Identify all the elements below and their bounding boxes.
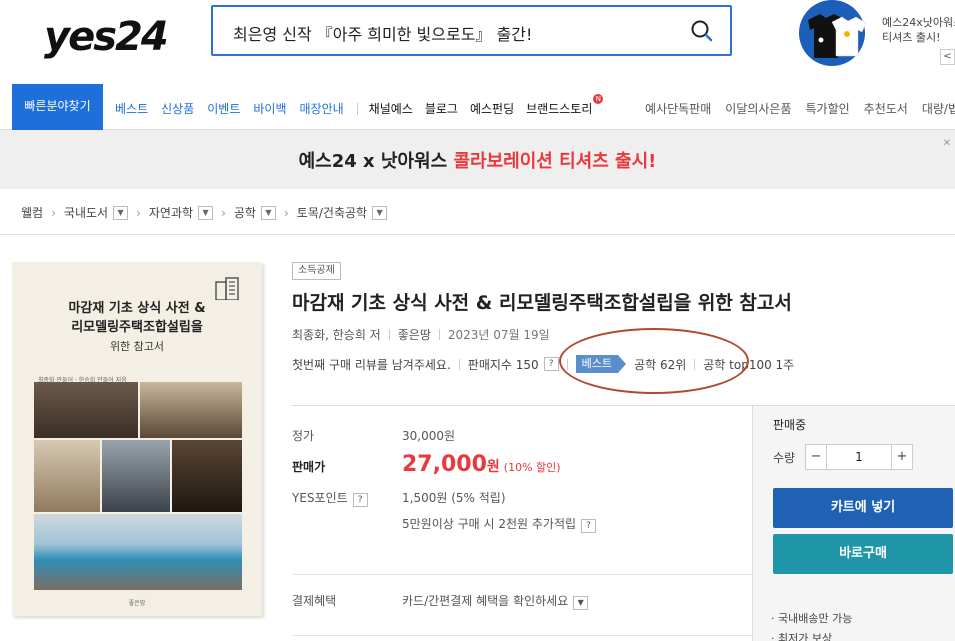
- rank-link[interactable]: 공학 62위: [634, 356, 686, 373]
- promo-text[interactable]: 예스24x낫아워스 티셔츠 출시!: [882, 15, 955, 45]
- nav-brand-story[interactable]: 브랜드스토리N: [526, 94, 604, 117]
- yes-point-label: YES포인트?: [292, 489, 368, 507]
- book-cover-image[interactable]: 마감재 기초 상식 사전 & 리모델링주택조합설립을 위한 참고서 최종화 만들…: [12, 262, 262, 616]
- help-icon[interactable]: ?: [581, 519, 597, 533]
- chevron-right-icon: ›: [221, 205, 226, 220]
- nav-discount[interactable]: 특가할인: [806, 100, 850, 117]
- chevron-right-icon: ›: [136, 205, 141, 220]
- yes-point-value: 1,500원 (5% 적립): [402, 491, 506, 505]
- nav-buyback[interactable]: 바이백: [253, 100, 286, 117]
- cover-publisher: 좋은땅: [128, 600, 146, 607]
- chevron-down-icon[interactable]: ▼: [113, 205, 129, 220]
- breadcrumb-item[interactable]: 공학: [234, 204, 256, 221]
- breadcrumb-home[interactable]: 웰컴: [21, 204, 43, 221]
- banner-text: 예스24 x 낫아워스 콜라보레이션 티셔츠 출시!: [298, 151, 657, 172]
- quantity-plus-button[interactable]: +: [891, 444, 913, 470]
- shipping-note: · 국내배송만 가능: [771, 612, 853, 625]
- quantity-stepper: − 1 +: [805, 444, 913, 470]
- new-badge: N: [593, 94, 604, 104]
- svg-text:yes24: yes24: [44, 14, 167, 60]
- purchase-panel: 판매중 수량 − 1 + 카트에 넣기 바로구매 · 국내배송만 가능 · 최저…: [752, 405, 955, 641]
- yes24-logo[interactable]: yes24: [42, 10, 182, 60]
- list-price-label: 정가: [292, 429, 315, 443]
- close-icon[interactable]: ✕: [943, 138, 951, 149]
- nav-right-items: 예사단독판매 이달의사은품 특가할인 추천도서 대량/법: [645, 100, 955, 117]
- review-prompt-link[interactable]: 첫번째 구매 리뷰를 남겨주세요.: [292, 356, 451, 373]
- breadcrumb-item[interactable]: 국내도서: [64, 204, 108, 221]
- sales-index: 판매지수 150: [467, 357, 539, 372]
- quantity-input[interactable]: 1: [827, 444, 891, 470]
- help-icon[interactable]: ?: [352, 493, 368, 507]
- cover-subtitle: 위한 참고서: [109, 340, 165, 353]
- buy-now-button[interactable]: 바로구매: [773, 534, 953, 574]
- add-to-cart-button[interactable]: 카트에 넣기: [773, 488, 953, 528]
- main-nav: 빠른분야찾기 베스트 신상품 이벤트 바이백 매장안내 채널예스 블로그 예스펀…: [0, 84, 955, 130]
- benefit-dropdown[interactable]: 카드/간편결제 혜택을 확인하세요 ▼: [402, 592, 589, 610]
- breadcrumb-item[interactable]: 토목/건축공학: [297, 204, 367, 221]
- nav-items: 베스트 신상품 이벤트 바이백 매장안내 채널예스 블로그 예스펀딩 브랜드스토…: [115, 94, 615, 117]
- nav-recommend[interactable]: 추천도서: [864, 100, 908, 117]
- publish-date: 2023년 07월 19일: [447, 328, 550, 342]
- list-price-value: 30,000원: [402, 429, 456, 443]
- section-divider: [292, 574, 752, 575]
- sale-status: 판매중: [773, 418, 807, 432]
- nav-best[interactable]: 베스트: [115, 100, 148, 117]
- yes-point-extra: 5만원이상 구매 시 2천원 추가적립?: [402, 515, 597, 533]
- section-divider: [292, 635, 752, 636]
- cover-title: 마감재 기초 상식 사전 & 리모델링주택조합설립을: [68, 301, 206, 335]
- nav-channel-yes[interactable]: 채널예스: [369, 100, 413, 117]
- chevron-right-icon: ›: [51, 205, 56, 220]
- sale-price-label: 판매가: [292, 460, 326, 474]
- chevron-right-icon: ›: [283, 205, 289, 220]
- nav-new[interactable]: 신상품: [161, 100, 194, 117]
- building-icon: [215, 277, 239, 300]
- promo-banner[interactable]: 예스24 x 낫아워스 콜라보레이션 티셔츠 출시! ✕: [0, 130, 955, 189]
- chevron-down-icon[interactable]: ▼: [260, 205, 276, 220]
- breadcrumb: 웰컴 › 국내도서 ▼ › 자연과학 ▼ › 공학 ▼ › 토목/건축공학 ▼: [0, 189, 955, 235]
- help-icon[interactable]: ?: [543, 357, 559, 371]
- search-icon[interactable]: [690, 19, 714, 43]
- author-link[interactable]: 최종화, 한승희 저: [292, 326, 381, 343]
- section-divider: [292, 405, 752, 406]
- product-meta: 최종화, 한승희 저 좋은땅 2023년 07월 19일: [292, 326, 550, 343]
- header: yes24 최은영 신작 『아주 희미한 빛으로도』 출간! 예스24x낫아워스…: [0, 0, 955, 84]
- nav-exclusive[interactable]: 예사단독판매: [645, 100, 711, 117]
- sale-price: 27,000원 (10% 할인): [402, 452, 561, 477]
- search-input[interactable]: 최은영 신작 『아주 희미한 빛으로도』 출간!: [233, 21, 532, 45]
- chevron-down-icon[interactable]: ▼: [573, 596, 589, 610]
- quantity-minus-button[interactable]: −: [805, 444, 827, 470]
- publisher-link[interactable]: 좋은땅: [398, 326, 431, 343]
- nav-gift[interactable]: 이달의사은품: [725, 100, 791, 117]
- search-box[interactable]: 최은영 신작 『아주 희미한 빛으로도』 출간!: [211, 5, 732, 56]
- chevron-down-icon[interactable]: ▼: [372, 205, 388, 220]
- nav-divider: [356, 102, 358, 115]
- tax-deduction-tag: 소득공제: [292, 262, 341, 280]
- product-stats: 첫번째 구매 리뷰를 남겨주세요. 판매지수 150 ? 베스트 공학 62위 …: [292, 355, 794, 373]
- tshirt-promo-image[interactable]: [796, 0, 870, 66]
- nav-bulk[interactable]: 대량/법: [922, 100, 955, 117]
- nav-blog[interactable]: 블로그: [425, 100, 458, 117]
- benefit-label: 결제혜택: [292, 594, 337, 608]
- cover-photos: [34, 380, 242, 590]
- quantity-label: 수량: [773, 451, 796, 465]
- discount-rate: (10% 할인): [503, 461, 561, 474]
- top100-link[interactable]: 공학 top100 1주: [703, 356, 794, 373]
- quick-category-button[interactable]: 빠른분야찾기: [12, 84, 103, 130]
- nav-store[interactable]: 매장안내: [300, 100, 344, 117]
- breadcrumb-item[interactable]: 자연과학: [149, 204, 193, 221]
- price-guarantee-note: · 최저가 보상: [771, 632, 833, 641]
- nav-event[interactable]: 이벤트: [207, 100, 240, 117]
- best-badge: 베스트: [575, 355, 627, 373]
- chevron-down-icon[interactable]: ▼: [198, 205, 214, 220]
- nav-funding[interactable]: 예스펀딩: [470, 100, 514, 117]
- promo-prev-button[interactable]: <: [940, 49, 955, 65]
- product-title: 마감재 기초 상식 사전 & 리모델링주택조합설립을 위한 참고서: [292, 292, 792, 314]
